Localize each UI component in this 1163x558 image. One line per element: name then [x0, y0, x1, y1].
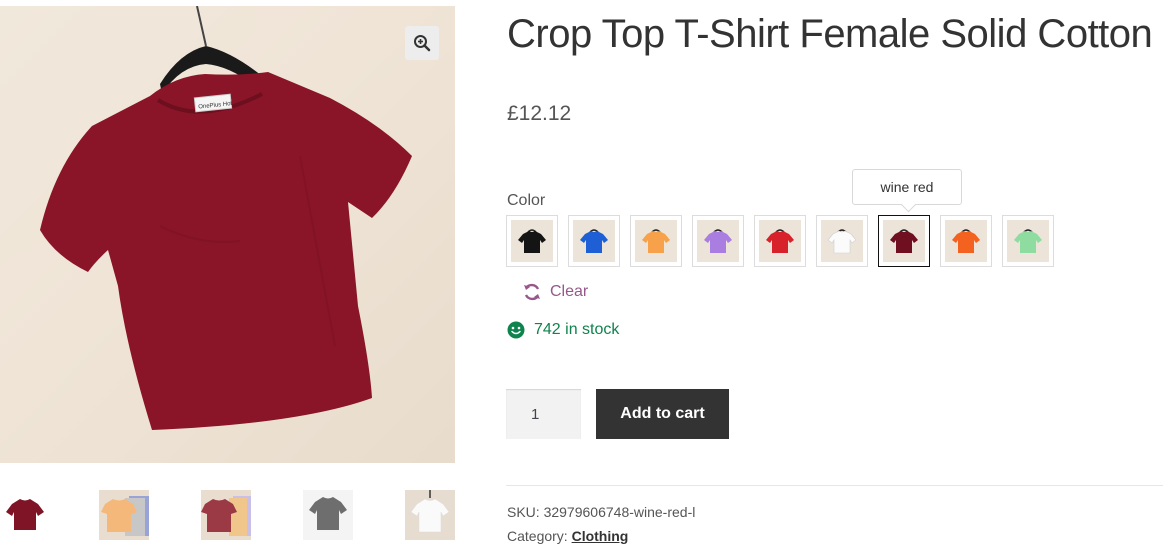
sku-value: 32979606748-wine-red-l [543, 504, 696, 520]
color-swatch[interactable] [630, 215, 682, 267]
meta-divider [506, 485, 1163, 486]
swatch-image [945, 220, 987, 262]
swatch-image [697, 220, 739, 262]
gallery-thumbnails [0, 490, 455, 542]
swatch-shirt [704, 231, 732, 253]
stock-text: 742 in stock [534, 321, 620, 338]
color-swatches [506, 215, 1066, 267]
swatch-shirt [518, 231, 546, 253]
tshirt-swatch-icon [766, 229, 794, 253]
thumbnail-3[interactable] [201, 490, 251, 540]
thumbnail-5[interactable] [405, 490, 455, 540]
tshirt-swatch-icon [952, 229, 980, 253]
product-sku: SKU: 32979606748-wine-red-l [507, 504, 695, 520]
product-category: Category: Clothing [507, 528, 628, 544]
thumbnail-stack-image [99, 490, 149, 540]
clear-selection-link[interactable]: Clear [522, 282, 588, 302]
swatch-image [573, 220, 615, 262]
smiley-icon [507, 321, 525, 339]
swatch-shirt [642, 231, 670, 253]
color-attribute-label: Color [507, 192, 546, 209]
stock-status: 742 in stock [507, 321, 619, 339]
thumbnail-1[interactable] [0, 490, 50, 540]
zoom-in-icon [414, 35, 431, 52]
tshirt-swatch-icon [890, 229, 918, 253]
thumbnail-2[interactable] [99, 490, 149, 540]
thumbnail-shirt-image [0, 490, 50, 540]
tshirt-swatch-icon [1014, 229, 1042, 253]
sku-label: SKU: [507, 504, 540, 520]
tshirt-image: OnePlus Hot [40, 6, 412, 430]
swatch-tooltip: wine red [852, 169, 962, 205]
swatch-image [511, 220, 553, 262]
thumbnail-shirt-image [303, 490, 353, 540]
color-swatch[interactable] [1002, 215, 1054, 267]
tshirt-swatch-icon [642, 229, 670, 253]
swatch-image [883, 220, 925, 262]
swatch-image [821, 220, 863, 262]
tshirt-swatch-icon [827, 229, 857, 254]
clear-label: Clear [550, 283, 589, 300]
color-swatch[interactable] [754, 215, 806, 267]
swatch-shirt [1014, 231, 1042, 253]
product-title: Crop Top T-Shirt Female Solid Cotton [507, 12, 1153, 56]
tshirt-swatch-icon [580, 229, 608, 253]
tshirt-swatch-icon [518, 229, 546, 253]
swatch-image [635, 220, 677, 262]
color-swatch[interactable] [692, 215, 744, 267]
color-swatch[interactable] [940, 215, 992, 267]
category-label: Category: [507, 528, 568, 544]
swatch-shirt [580, 231, 608, 253]
color-swatch[interactable] [878, 215, 930, 267]
color-swatch[interactable] [506, 215, 558, 267]
thumbnail-stack-image [201, 490, 251, 540]
thumbnail-4[interactable] [303, 490, 353, 540]
swatch-image [1007, 220, 1049, 262]
thumbnail-shirt-image [405, 490, 455, 540]
swatch-shirt [766, 231, 794, 253]
tshirt-swatch-icon [704, 229, 732, 253]
add-to-cart-button[interactable]: Add to cart [596, 389, 729, 439]
main-product-image[interactable]: OnePlus Hot [0, 6, 455, 463]
category-link[interactable]: Clothing [572, 528, 629, 544]
quantity-input[interactable] [506, 389, 581, 439]
swatch-image [759, 220, 801, 262]
zoom-button[interactable] [405, 26, 439, 60]
swatch-shirt [952, 231, 980, 253]
refresh-icon [524, 283, 540, 301]
color-swatch[interactable] [816, 215, 868, 267]
color-swatch[interactable] [568, 215, 620, 267]
swatch-shirt [827, 230, 857, 254]
swatch-shirt [890, 231, 918, 253]
product-price: £12.12 [507, 102, 572, 125]
